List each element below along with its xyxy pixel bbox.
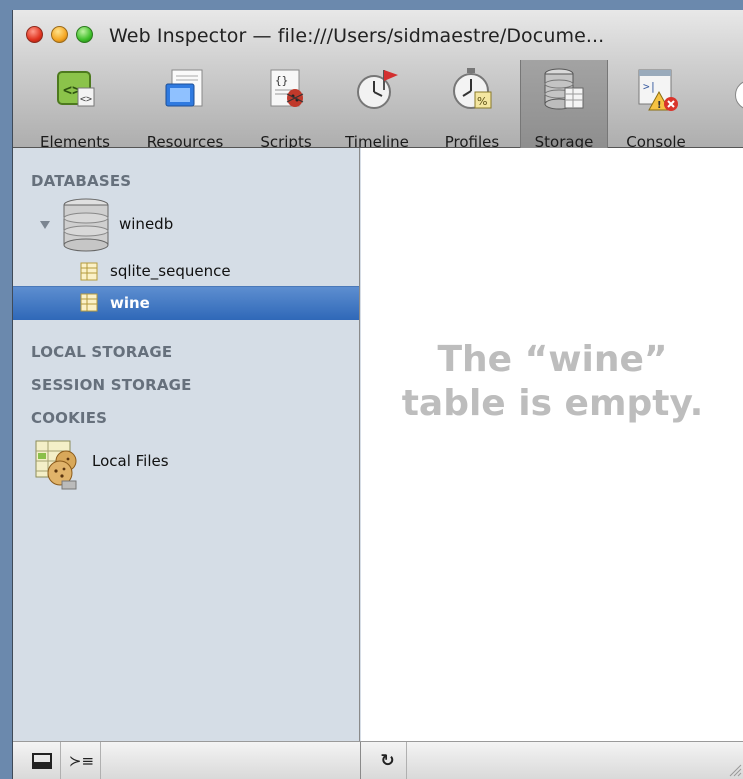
cookie-row-local-files[interactable]: Local Files [13, 435, 359, 491]
cookies-header: COOKIES [31, 409, 108, 427]
empty-message-line-2: table is empty. [401, 383, 704, 424]
close-window-button[interactable] [26, 26, 43, 43]
databases-header: DATABASES [31, 172, 132, 190]
database-row-winedb[interactable]: winedb [13, 198, 359, 252]
status-bar-divider [360, 742, 361, 779]
disclosure-triangle-icon[interactable] [39, 220, 51, 230]
storage-icon [541, 66, 587, 112]
zoom-window-button[interactable] [76, 26, 93, 43]
table-icon [80, 262, 98, 281]
console-prompt-icon: ≻≡ [68, 752, 95, 770]
resize-grip-icon[interactable] [728, 763, 742, 777]
storage-sidebar: DATABASES winedb sqlite_sequence wine LO… [13, 148, 360, 741]
window-toolbar: Web Inspector — file:///Users/sidmaestre… [13, 10, 743, 151]
web-inspector-window: Web Inspector — file:///Users/sidmaestre… [12, 10, 743, 779]
search-field[interactable] [735, 80, 743, 110]
table-name: sqlite_sequence [110, 262, 231, 280]
toggle-console-button[interactable]: ≻≡ [63, 742, 101, 779]
resources-icon [162, 66, 208, 112]
svg-text:%: % [477, 95, 487, 108]
toolbar-profiles[interactable]: % Profiles [429, 60, 515, 151]
database-name: winedb [119, 215, 174, 233]
toolbar-elements[interactable]: <> <> Elements [21, 60, 129, 151]
scripts-icon: {} [263, 66, 309, 112]
table-content-view: The “wine” table is empty. [361, 148, 743, 741]
table-row-sqlite-sequence[interactable]: sqlite_sequence [13, 260, 359, 286]
window-title: Web Inspector — file:///Users/sidmaestre… [109, 25, 605, 47]
console-icon: >| ! [633, 66, 679, 112]
svg-text:{}: {} [275, 74, 288, 87]
status-bar: ≻≡ ↻ [13, 741, 743, 779]
table-name: wine [110, 294, 150, 312]
svg-text:>|: >| [643, 80, 656, 93]
dock-window-icon [31, 753, 52, 769]
cookies-icon [35, 440, 77, 490]
dock-window-button[interactable] [23, 742, 61, 779]
table-row-wine[interactable]: wine [13, 286, 359, 320]
toolbar-scripts[interactable]: {} Scripts [246, 60, 326, 151]
svg-text:!: ! [657, 100, 662, 111]
toolbar-storage[interactable]: Storage [520, 60, 608, 151]
svg-text:<>: <> [80, 94, 92, 105]
profiles-icon: % [449, 66, 495, 112]
refresh-button[interactable]: ↻ [369, 742, 407, 779]
timeline-icon [354, 66, 400, 112]
local-storage-header[interactable]: LOCAL STORAGE [31, 343, 172, 361]
session-storage-header[interactable]: SESSION STORAGE [31, 376, 192, 394]
empty-message-line-1: The “wine” [437, 339, 668, 380]
database-icon [63, 198, 109, 252]
cookie-domain-name: Local Files [92, 452, 169, 470]
toolbar-console[interactable]: >| ! Console [613, 60, 699, 151]
toolbar-resources[interactable]: Resources [133, 60, 237, 151]
table-icon [80, 293, 98, 312]
empty-table-message: The “wine” table is empty. [361, 338, 743, 426]
refresh-icon: ↻ [380, 751, 395, 771]
elements-icon: <> <> [52, 66, 98, 112]
toolbar-timeline[interactable]: Timeline [331, 60, 423, 151]
minimize-window-button[interactable] [51, 26, 68, 43]
